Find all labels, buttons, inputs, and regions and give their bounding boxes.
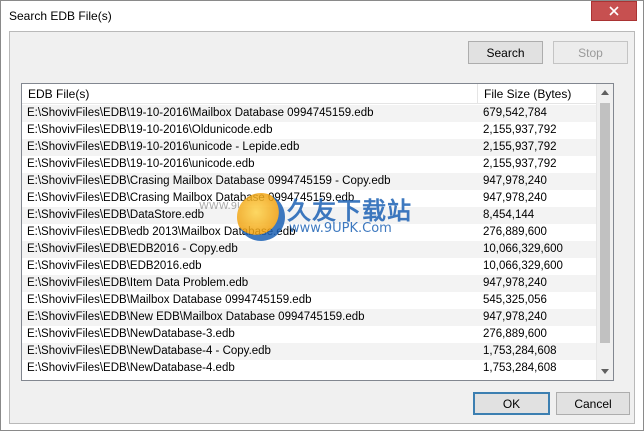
edb-file-path: E:\ShovivFiles\EDB\New EDB\Mailbox Datab… (27, 311, 365, 323)
chevron-up-icon (601, 90, 609, 95)
ok-button[interactable]: OK (473, 392, 550, 415)
table-row[interactable]: E:\ShovivFiles\EDB\19-10-2016\Mailbox Da… (22, 105, 598, 122)
file-size: 545,325,056 (483, 294, 547, 306)
edb-file-path: E:\ShovivFiles\EDB\Crasing Mailbox Datab… (27, 175, 391, 187)
file-size: 947,978,240 (483, 311, 547, 323)
close-button[interactable] (591, 1, 637, 21)
file-size: 1,753,284,608 (483, 362, 557, 374)
scroll-thumb[interactable] (600, 103, 610, 343)
file-size: 276,889,600 (483, 328, 547, 340)
search-button[interactable]: Search (468, 41, 543, 64)
edb-file-path: E:\ShovivFiles\EDB\19-10-2016\unicode.ed… (27, 158, 255, 170)
edb-file-list[interactable]: EDB File(s) File Size (Bytes) E:\ShovivF… (21, 83, 614, 381)
file-size: 8,454,144 (483, 209, 535, 221)
table-row[interactable]: E:\ShovivFiles\EDB\EDB2016 - Copy.edb 10,… (22, 241, 598, 258)
file-size: 2,155,937,792 (483, 124, 557, 136)
edb-file-path: E:\ShovivFiles\EDB\NewDatabase-3.edb (27, 328, 235, 340)
table-row[interactable]: E:\ShovivFiles\EDB\19-10-2016\unicode - … (22, 139, 598, 156)
edb-file-path: E:\ShovivFiles\EDB\19-10-2016\Oldunicode… (27, 124, 273, 136)
table-row[interactable]: E:\ShovivFiles\EDB\19-10-2016\Oldunicode… (22, 122, 598, 139)
column-header-edb-files[interactable]: EDB File(s) (22, 84, 478, 104)
title-bar[interactable]: Search EDB File(s) (1, 1, 643, 31)
dialog-body: Search Stop EDB File(s) File Size (Bytes… (9, 31, 635, 424)
edb-file-path: E:\ShovivFiles\EDB\19-10-2016\Mailbox Da… (27, 107, 374, 119)
file-size: 947,978,240 (483, 175, 547, 187)
table-row[interactable]: E:\ShovivFiles\EDB\NewDatabase-4 - Copy.… (22, 343, 598, 360)
table-row[interactable]: E:\ShovivFiles\EDB\Crasing Mailbox Datab… (22, 190, 598, 207)
edb-file-path: E:\ShovivFiles\EDB\DataStore.edb (27, 209, 205, 221)
file-size: 2,155,937,792 (483, 141, 557, 153)
table-row[interactable]: E:\ShovivFiles\EDB\Crasing Mailbox Datab… (22, 173, 598, 190)
file-size: 2,155,937,792 (483, 158, 557, 170)
edb-file-path: E:\ShovivFiles\EDB\Mailbox Database 0994… (27, 294, 312, 306)
file-size: 947,978,240 (483, 277, 547, 289)
search-edb-dialog: Search EDB File(s) Search Stop EDB File(… (0, 0, 644, 431)
edb-file-path: E:\ShovivFiles\EDB\edb 2013\Mailbox Data… (27, 226, 296, 238)
column-header-file-size[interactable]: File Size (Bytes) (478, 84, 598, 104)
edb-file-path: E:\ShovivFiles\EDB\EDB2016.edb (27, 260, 202, 272)
edb-file-path: E:\ShovivFiles\EDB\NewDatabase-4 - Copy.… (27, 345, 271, 357)
vertical-scrollbar[interactable] (596, 84, 613, 380)
table-row[interactable]: E:\ShovivFiles\EDB\NewDatabase-3.edb 276,… (22, 326, 598, 343)
cancel-button[interactable]: Cancel (556, 392, 630, 415)
file-size: 1,753,284,608 (483, 345, 557, 357)
file-size: 10,066,329,600 (483, 260, 563, 272)
edb-file-path: E:\ShovivFiles\EDB\Item Data Problem.edb (27, 277, 249, 289)
table-row[interactable]: E:\ShovivFiles\EDB\NewDatabase-4.edb 1,75… (22, 360, 598, 377)
edb-file-path: E:\ShovivFiles\EDB\19-10-2016\unicode - … (27, 141, 300, 153)
scroll-up-button[interactable] (597, 84, 613, 101)
scroll-down-button[interactable] (597, 363, 613, 380)
file-size: 10,066,329,600 (483, 243, 563, 255)
file-size: 679,542,784 (483, 107, 547, 119)
edb-file-path: E:\ShovivFiles\EDB\Crasing Mailbox Datab… (27, 192, 355, 204)
table-row[interactable]: E:\ShovivFiles\EDB\EDB2016.edb 10,066,329… (22, 258, 598, 275)
table-row[interactable]: E:\ShovivFiles\EDB\Item Data Problem.edb… (22, 275, 598, 292)
close-icon (609, 6, 619, 16)
table-row[interactable]: E:\ShovivFiles\EDB\edb 2013\Mailbox Data… (22, 224, 598, 241)
edb-file-path: E:\ShovivFiles\EDB\EDB2016 - Copy.edb (27, 243, 238, 255)
file-size: 276,889,600 (483, 226, 547, 238)
table-row[interactable]: E:\ShovivFiles\EDB\19-10-2016\unicode.ed… (22, 156, 598, 173)
edb-file-path: E:\ShovivFiles\EDB\NewDatabase-4.edb (27, 362, 235, 374)
chevron-down-icon (601, 369, 609, 374)
list-body: E:\ShovivFiles\EDB\19-10-2016\Mailbox Da… (22, 105, 598, 380)
list-header: EDB File(s) File Size (Bytes) (22, 84, 598, 104)
window-title: Search EDB File(s) (9, 9, 112, 23)
file-size: 947,978,240 (483, 192, 547, 204)
table-row[interactable]: E:\ShovivFiles\EDB\New EDB\Mailbox Datab… (22, 309, 598, 326)
table-row[interactable]: E:\ShovivFiles\EDB\Mailbox Database 0994… (22, 292, 598, 309)
table-row[interactable]: E:\ShovivFiles\EDB\DataStore.edb 8,454,14… (22, 207, 598, 224)
stop-button[interactable]: Stop (553, 41, 628, 64)
